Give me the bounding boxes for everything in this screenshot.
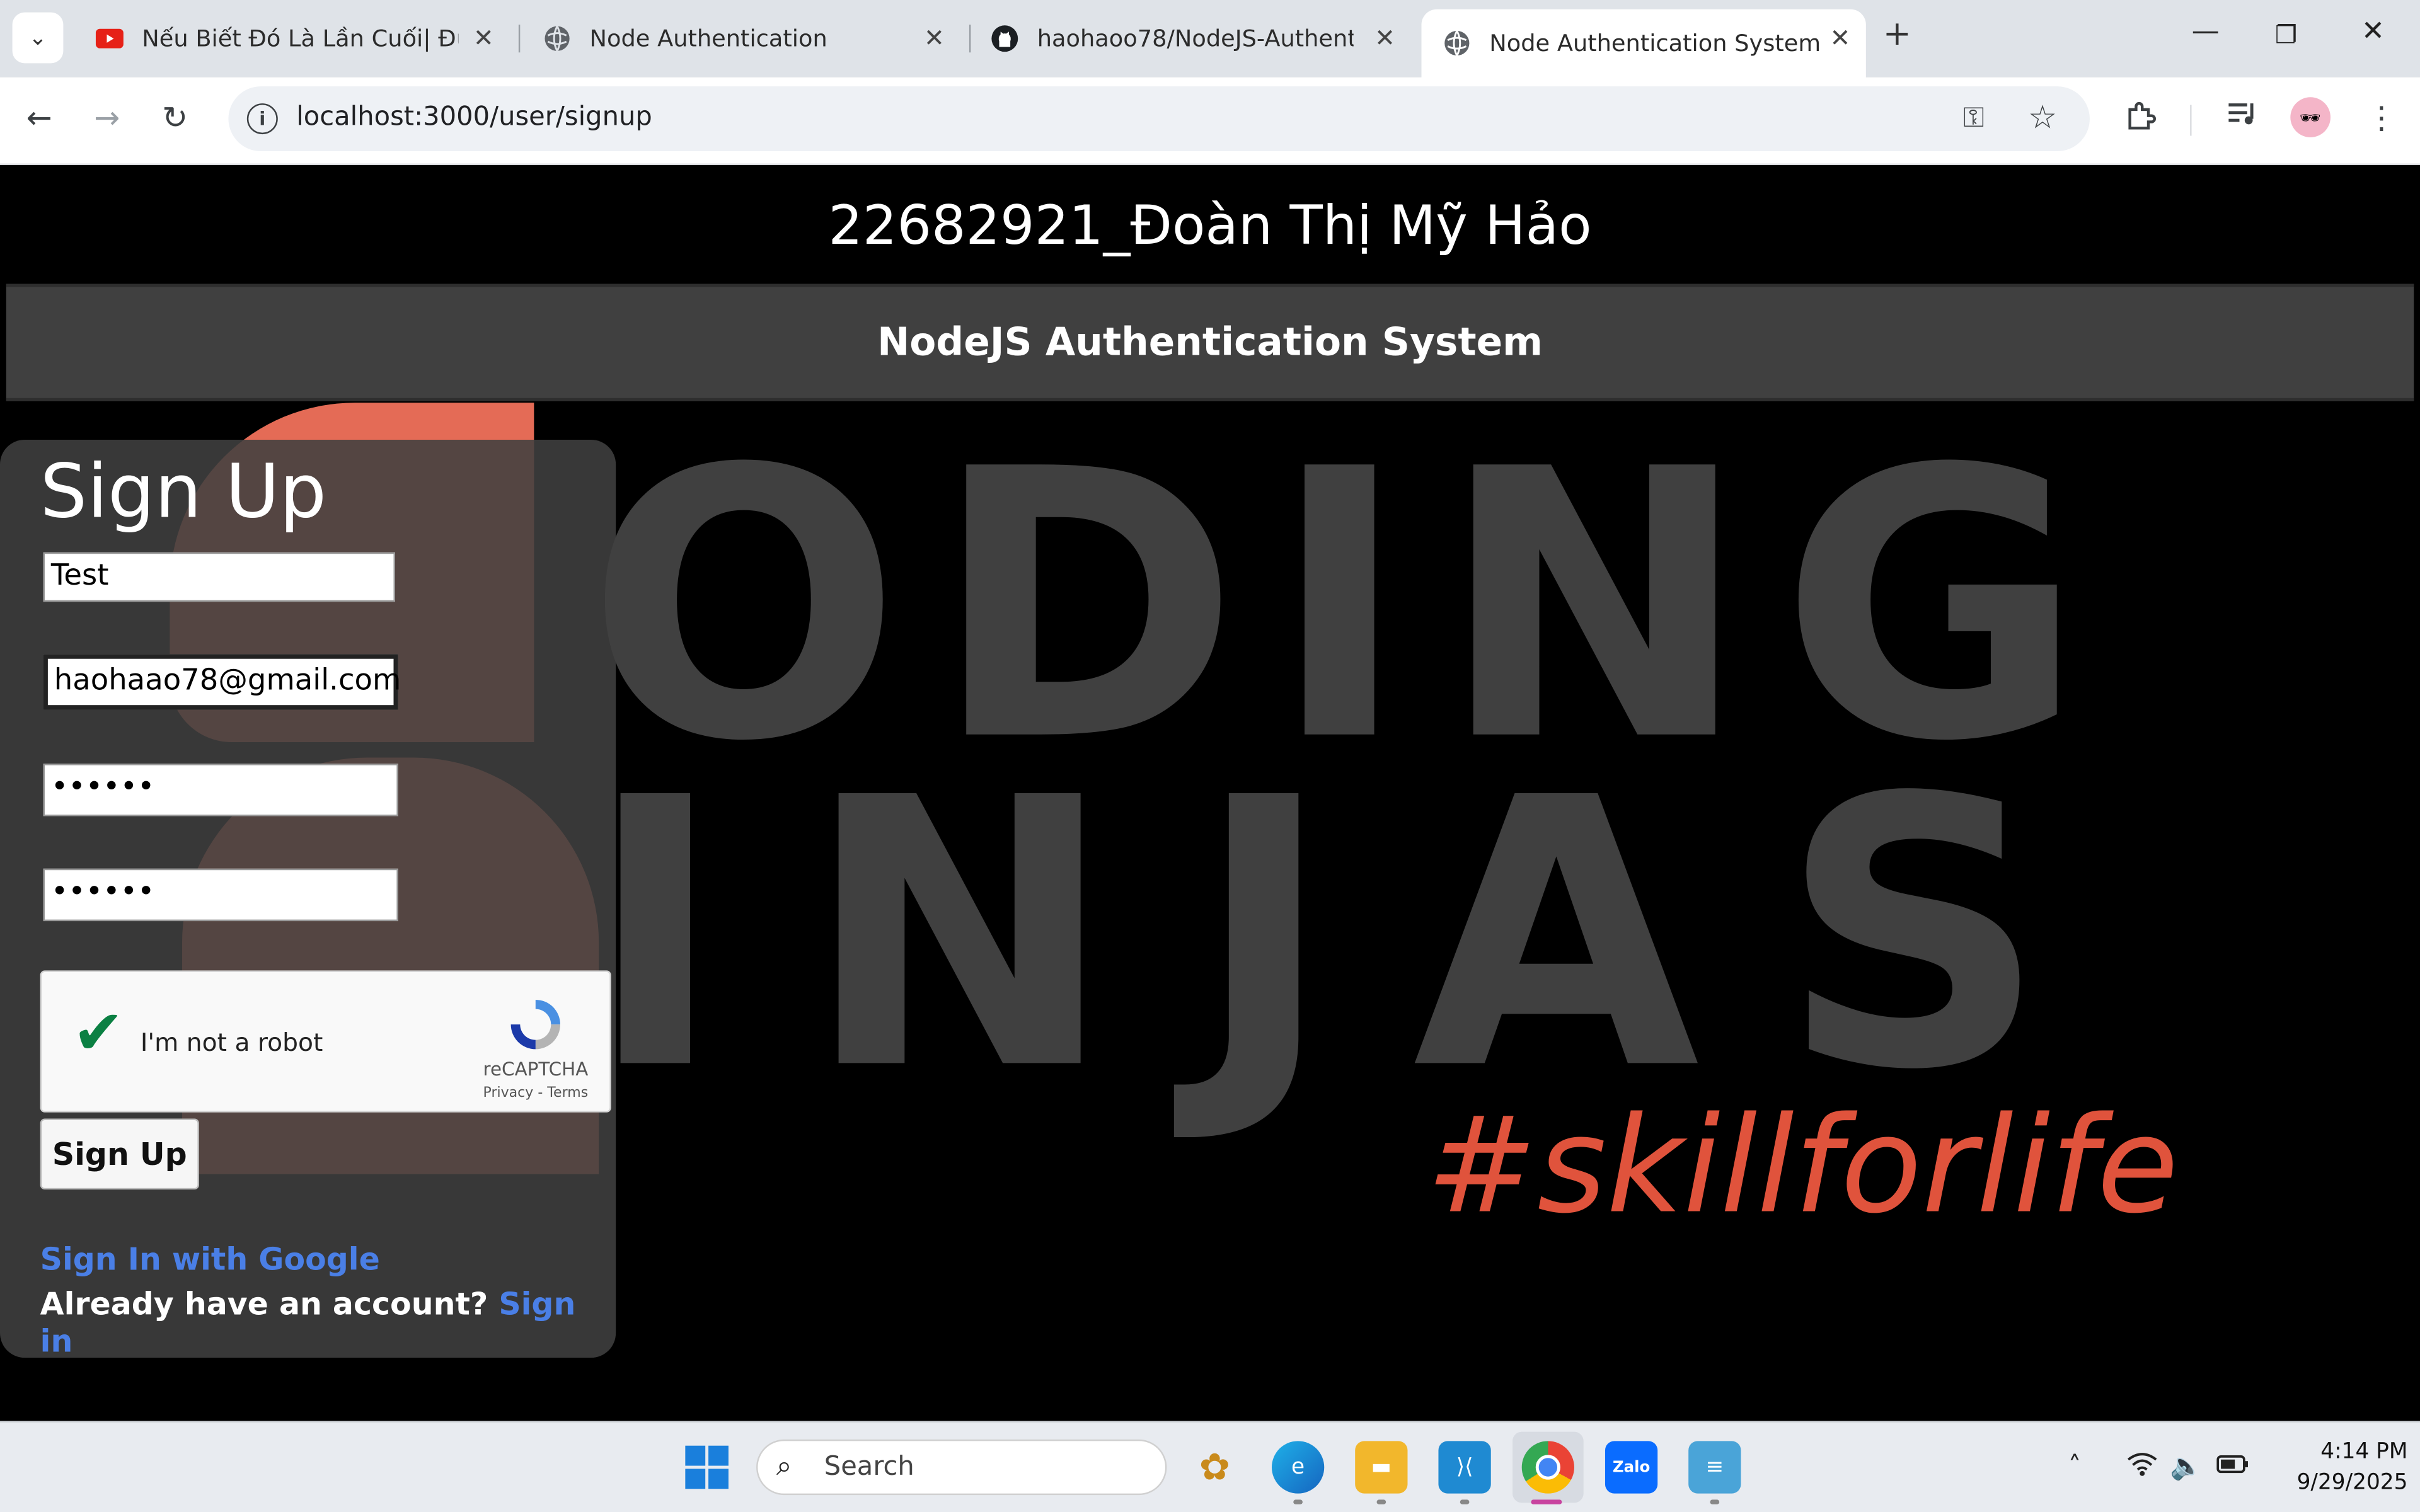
media-control-icon[interactable] xyxy=(2225,99,2259,137)
running-indicator xyxy=(1376,1499,1386,1504)
active-indicator xyxy=(1531,1499,1562,1504)
tab-title: Nếu Biết Đó Là Lần Cuối| Đức Trí xyxy=(142,25,458,53)
tab-node-auth-system[interactable]: Node Authentication System ✕ xyxy=(1421,9,1866,77)
windows-taskbar: ⌕ Search ✿ e ▬ ⟩⟨ Zalo ≡ ˄ 🔈 4:14 PM 9/2… xyxy=(0,1421,2420,1512)
file-explorer-icon[interactable]: ▬ xyxy=(1355,1441,1408,1494)
clock-date: 9/29/2025 xyxy=(2296,1470,2408,1496)
volume-icon[interactable]: 🔈 xyxy=(2170,1452,2203,1483)
windows-start-icon[interactable] xyxy=(685,1445,729,1489)
battery-icon[interactable] xyxy=(2216,1452,2250,1483)
wifi-icon[interactable] xyxy=(2127,1452,2158,1484)
password-field[interactable]: •••••• xyxy=(43,764,398,816)
close-icon[interactable]: ✕ xyxy=(1374,23,1395,53)
more-menu-icon[interactable]: ⋮ xyxy=(2366,99,2397,136)
signup-button[interactable]: Sign Up xyxy=(40,1118,199,1190)
back-icon[interactable]: ← xyxy=(26,99,52,136)
sunglasses-icon: 🕶 xyxy=(2300,107,2322,128)
tab-separator xyxy=(518,25,521,53)
tab-title: Node Authentication System xyxy=(1489,29,1821,57)
student-title: 22682921_Đoàn Thị Mỹ Hảo xyxy=(828,196,1592,258)
confirm-password-field[interactable]: •••••• xyxy=(43,868,398,922)
edge-icon[interactable]: e xyxy=(1271,1441,1325,1494)
recaptcha-logo-icon xyxy=(505,994,567,1062)
github-icon xyxy=(991,25,1018,52)
recaptcha-widget: ✔ I'm not a robot reCAPTCHA Privacy - Te… xyxy=(40,970,611,1113)
widgets-icon[interactable]: ✿ xyxy=(1189,1441,1241,1493)
system-clock[interactable]: 4:14 PM 9/29/2025 xyxy=(2269,1436,2408,1498)
tab-title: Node Authentication xyxy=(589,25,827,53)
close-icon[interactable]: ✕ xyxy=(924,23,945,53)
tab-github[interactable]: haohaoo78/NodeJS-Authentication ✕ xyxy=(969,13,1410,65)
tab-search-button[interactable]: ⌄ xyxy=(12,12,64,64)
chrome-icon[interactable] xyxy=(1521,1441,1574,1494)
banner-line-2: INJAS xyxy=(587,719,2127,1150)
address-bar[interactable]: i localhost:3000/user/signup ⚿ ☆ xyxy=(228,86,2090,152)
signup-card: Sign Up Test haohaao78@gmail.com •••••• … xyxy=(0,439,616,1360)
taskbar-search[interactable]: ⌕ Search xyxy=(756,1439,1167,1496)
tab-youtube[interactable]: Nếu Biết Đó Là Lần Cuối| Đức Trí ✕ xyxy=(74,13,510,65)
signup-heading: Sign Up xyxy=(40,449,327,536)
already-text: Already have an account? xyxy=(40,1285,488,1322)
password-key-icon[interactable]: ⚿ xyxy=(1963,102,1985,134)
bookmark-star-icon[interactable]: ☆ xyxy=(2028,99,2057,136)
tab-node-auth[interactable]: Node Authentication ✕ xyxy=(522,13,960,65)
close-icon[interactable]: ✕ xyxy=(473,23,494,53)
running-indicator xyxy=(1460,1499,1470,1504)
restore-icon[interactable]: ❐ xyxy=(2275,20,2297,50)
reload-icon[interactable]: ↻ xyxy=(162,99,188,136)
search-icon: ⌕ xyxy=(776,1450,792,1483)
notepad-icon[interactable]: ≡ xyxy=(1688,1441,1741,1494)
clock-time: 4:14 PM xyxy=(2320,1439,2408,1465)
new-tab-icon[interactable]: + xyxy=(1883,15,1911,54)
checkmark-icon[interactable]: ✔ xyxy=(72,1003,124,1065)
search-placeholder: Search xyxy=(824,1452,914,1483)
vscode-icon[interactable]: ⟩⟨ xyxy=(1438,1441,1491,1494)
tab-strip: ⌄ Nếu Biết Đó Là Lần Cuối| Đức Trí ✕ Nod… xyxy=(0,0,2420,77)
navbar-title: NodeJS Authentication System xyxy=(877,319,1543,364)
globe-icon xyxy=(543,25,571,52)
name-field[interactable]: Test xyxy=(43,552,395,602)
forward-icon[interactable]: → xyxy=(94,99,120,136)
tab-title: haohaoo78/NodeJS-Authentication xyxy=(1037,25,1354,53)
globe-icon xyxy=(1443,30,1471,57)
close-icon[interactable]: ✕ xyxy=(1830,23,1851,53)
toolbar-divider xyxy=(2190,105,2192,136)
extensions-icon[interactable] xyxy=(2124,99,2158,140)
google-signin-link[interactable]: Sign In with Google xyxy=(40,1240,380,1278)
recaptcha-links[interactable]: Privacy - Terms xyxy=(483,1086,589,1101)
site-info-icon[interactable]: i xyxy=(246,103,278,135)
window-close-icon[interactable]: ✕ xyxy=(2361,15,2385,47)
running-indicator xyxy=(1710,1499,1720,1504)
recaptcha-brand: reCAPTCHA xyxy=(483,1058,589,1080)
browser-toolbar: ← → ↻ i localhost:3000/user/signup ⚿ ☆ 🕶… xyxy=(0,77,2420,166)
captcha-label: I'm not a robot xyxy=(140,1028,323,1057)
email-field[interactable]: haohaao78@gmail.com xyxy=(43,654,401,710)
signin-prompt: Already have an account? Sign in xyxy=(40,1285,616,1360)
profile-avatar[interactable]: 🕶 xyxy=(2290,97,2331,137)
web-page: 22682921_Đoàn Thị Mỹ Hảo NodeJS Authenti… xyxy=(0,165,2420,1421)
zalo-icon[interactable]: Zalo xyxy=(1605,1441,1658,1494)
chevron-down-icon: ⌄ xyxy=(28,25,47,50)
youtube-icon xyxy=(95,25,124,52)
site-navbar: NodeJS Authentication System xyxy=(6,284,2414,401)
chevron-up-icon[interactable]: ˄ xyxy=(2068,1452,2082,1483)
running-indicator xyxy=(1293,1499,1303,1504)
url-text[interactable]: localhost:3000/user/signup xyxy=(296,102,652,133)
banner-tagline: #skillforlife xyxy=(1426,1088,2179,1242)
minimize-icon[interactable]: — xyxy=(2192,15,2220,47)
